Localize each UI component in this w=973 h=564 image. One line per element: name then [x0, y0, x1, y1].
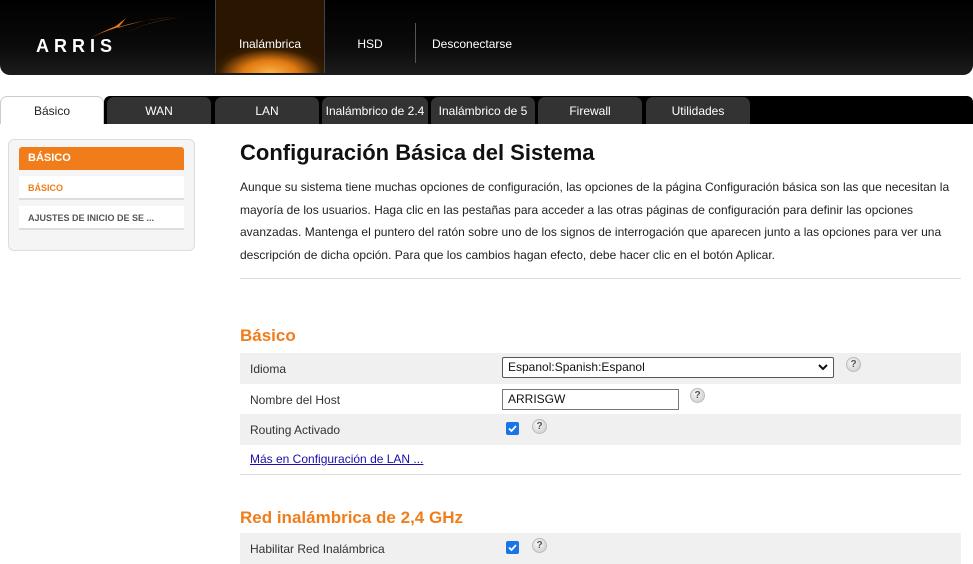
arris-logo: ARRIS [36, 16, 178, 60]
section-title-red-24ghz: Red inalámbrica de 2,4 GHz [240, 508, 463, 527]
page-title: Configuración Básica del Sistema [240, 140, 595, 165]
row-routing: Routing Activado ? [240, 414, 961, 445]
idioma-selected-value: Espanol:Spanish:Espanol [508, 360, 645, 374]
routing-checkbox[interactable] [506, 422, 519, 435]
chevron-down-icon [818, 364, 828, 371]
row-idioma: Idioma Espanol:Spanish:Espanol ? [240, 353, 961, 384]
tab-inalambrico-5[interactable]: Inalámbrico de 5 [431, 97, 535, 124]
checkmark-icon [508, 544, 517, 552]
lan-settings-link[interactable]: Más en Configuración de LAN ... [250, 452, 423, 466]
help-icon[interactable]: ? [690, 388, 705, 403]
tab-bar: Básico WAN LAN Inalámbrico de 2.4 Inalám… [0, 96, 973, 124]
tab-basico[interactable]: Básico [0, 96, 104, 124]
section-title-basico: Básico [240, 326, 296, 345]
routing-label: Routing Activado [250, 423, 341, 437]
enable-wireless-checkbox[interactable] [506, 541, 519, 554]
sidebar-item-basico[interactable]: BÁSICO [19, 176, 184, 200]
help-icon[interactable]: ? [532, 419, 547, 434]
row-nombre-host: Nombre del Host ARRISGW ? [240, 384, 961, 415]
enable-wireless-label: Habilitar Red Inalámbrica [250, 542, 385, 556]
row-habilitar-red: Habilitar Red Inalámbrica ? [240, 533, 961, 564]
tab-inalambrico-24[interactable]: Inalámbrico de 2.4 [322, 97, 428, 124]
topnav-desconectarse[interactable]: Desconectarse [416, 0, 528, 73]
sidebar: BÁSICO BÁSICO AJUSTES DE INICIO DE SE ..… [8, 139, 195, 251]
topnav-inalambrica[interactable]: Inalámbrica [215, 0, 325, 73]
divider [240, 474, 961, 475]
sidebar-item-ajustes-inicio-sesion[interactable]: AJUSTES DE INICIO DE SE ... [19, 206, 184, 230]
top-header: ARRIS Inalámbrica HSD Desconectarse [0, 0, 973, 75]
tab-firewall[interactable]: Firewall [538, 97, 642, 124]
tab-utilidades[interactable]: Utilidades [646, 97, 750, 124]
intro-text: Aunque su sistema tiene muchas opciones … [240, 180, 950, 262]
topnav-hsd[interactable]: HSD [325, 0, 415, 73]
tab-lan[interactable]: LAN [215, 97, 319, 124]
checkmark-icon [508, 425, 517, 433]
help-icon[interactable]: ? [846, 357, 861, 372]
hostname-input[interactable]: ARRISGW [502, 389, 679, 410]
help-icon[interactable]: ? [532, 538, 547, 553]
idioma-label: Idioma [250, 362, 287, 376]
tab-wan[interactable]: WAN [107, 97, 211, 124]
idioma-select[interactable]: Espanol:Spanish:Espanol [502, 357, 834, 378]
divider [240, 278, 961, 279]
main-content: Configuración Básica del Sistema Aunque … [240, 140, 961, 266]
hostname-label: Nombre del Host [250, 393, 341, 407]
logo-text: ARRIS [36, 36, 118, 56]
top-navigation: Inalámbrica HSD Desconectarse [215, 0, 528, 73]
sidebar-heading: BÁSICO [19, 147, 184, 170]
